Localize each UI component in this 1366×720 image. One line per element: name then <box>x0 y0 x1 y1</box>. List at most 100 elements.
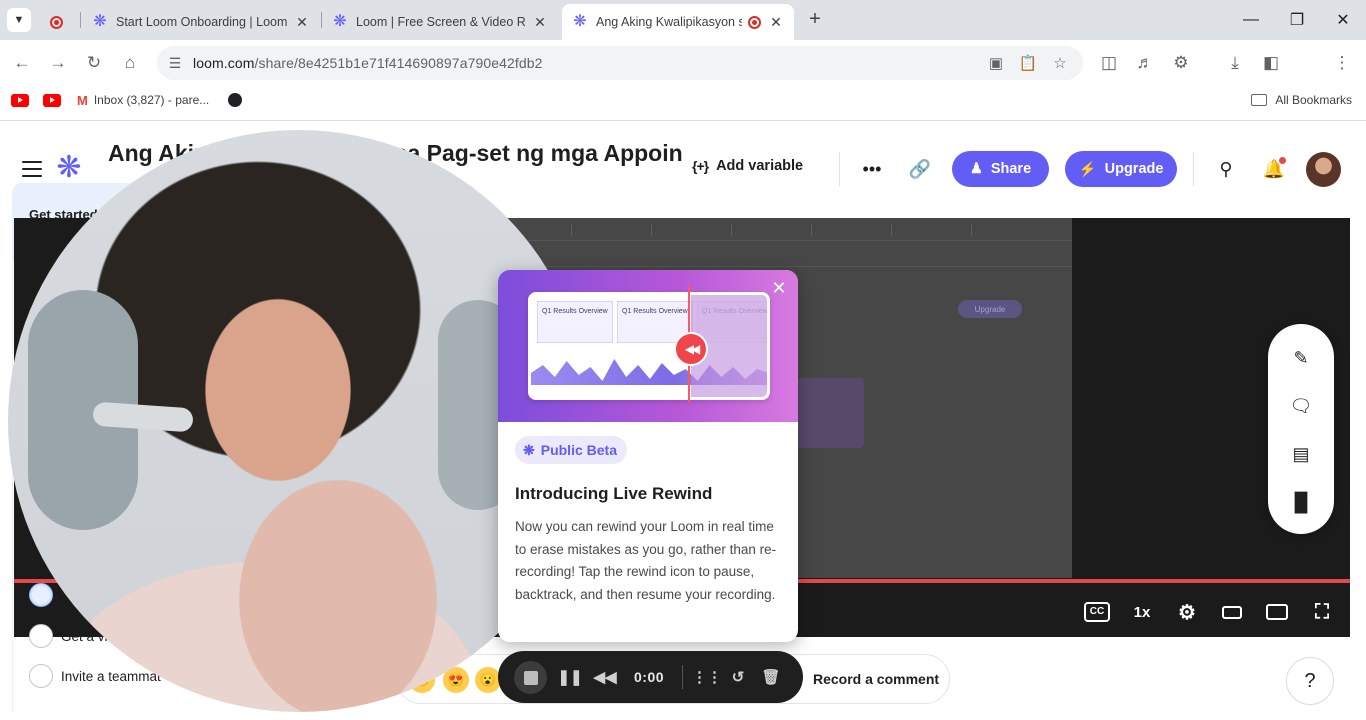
pause-icon[interactable]: ❚❚ <box>557 666 582 688</box>
side-panel-icon[interactable]: ◧ <box>1259 51 1283 75</box>
record-comment-button[interactable]: Record a comment <box>813 671 939 687</box>
public-beta-badge: ❋ Public Beta <box>515 436 627 464</box>
chevron-down-icon: ▼ <box>13 14 25 26</box>
camera-permission-icon[interactable]: ▣ <box>986 53 1006 73</box>
close-icon[interactable]: ✕ <box>768 14 784 31</box>
minimize-button[interactable]: — <box>1228 0 1274 40</box>
frame-tab <box>734 224 812 236</box>
bookmark-youtube-1[interactable] <box>11 91 29 109</box>
user-avatar[interactable] <box>1306 152 1341 187</box>
header-divider <box>1193 152 1194 186</box>
tab-search-button[interactable]: ▼ <box>7 8 31 32</box>
site-settings-icon[interactable]: ☰ <box>165 53 185 73</box>
task-checkbox[interactable] <box>29 624 53 648</box>
upgrade-button[interactable]: ⚡ Upgrade <box>1065 151 1177 187</box>
all-bookmarks-button[interactable]: All Bookmarks <box>1251 91 1352 109</box>
notifications-bell-icon[interactable]: 🔔 <box>1262 157 1286 181</box>
restart-icon[interactable]: ↺ <box>727 666 749 688</box>
tab-title: Ang Aking Kwalipikasyon sa <box>596 15 742 29</box>
header-divider <box>839 152 840 186</box>
copy-link-icon[interactable]: 🔗 <box>908 157 932 181</box>
bookmark-globe[interactable] <box>228 91 242 109</box>
analytics-chart-icon[interactable]: █ <box>1289 490 1313 514</box>
task-label: Invite a teammat <box>61 668 161 684</box>
globe-icon <box>228 93 242 107</box>
youtube-icon <box>11 93 29 107</box>
onboarding-task[interactable]: Invite a teammat <box>29 664 161 688</box>
comment-icon[interactable]: 🗨 <box>1289 394 1313 418</box>
loom-logo-icon[interactable]: ❋ <box>55 153 83 183</box>
task-checkbox[interactable] <box>29 664 53 688</box>
popup-heading: Introducing Live Rewind <box>515 484 713 503</box>
popup-hero-illustration: Q1 Results Overview Q1 Results Overview … <box>498 270 798 422</box>
clipboard-icon[interactable]: 📋 <box>1018 53 1038 73</box>
bookmark-star-icon[interactable]: ☆ <box>1050 53 1070 73</box>
forward-button[interactable]: → <box>46 51 70 75</box>
tab-start-loom-onboarding[interactable]: ❋ Start Loom Onboarding | Loom ✕ <box>82 4 320 40</box>
reload-button[interactable]: ↻ <box>82 51 106 75</box>
theater-icon <box>1222 605 1242 619</box>
settings-gear-icon[interactable]: ⚙ <box>1173 598 1201 626</box>
picture-in-picture-button[interactable] <box>1263 598 1291 626</box>
theater-mode-button[interactable] <box>1218 598 1246 626</box>
search-icon[interactable]: ⚲ <box>1214 157 1238 181</box>
tool-rail: ✎ 🗨 ▤ █ <box>1268 324 1334 534</box>
loom-icon: ❋ <box>333 13 347 30</box>
close-icon[interactable]: ✕ <box>769 278 789 298</box>
cc-icon: CC <box>1084 602 1110 622</box>
recording-icon <box>48 14 64 30</box>
slide-thumbnail: Q1 Results Overview <box>537 301 613 343</box>
tab-loom-free-screen[interactable]: ❋ Loom | Free Screen & Video Re ✕ <box>322 4 558 40</box>
frame-tab <box>574 224 652 236</box>
lightning-icon: ⚡ <box>1078 161 1097 178</box>
more-menu-icon[interactable]: ⋮ <box>1330 51 1354 75</box>
youtube-icon <box>43 93 61 107</box>
new-tab-button[interactable]: + <box>803 8 827 32</box>
browser-tab-strip: ▼ ❋ Start Loom Onboarding | Loom ✕ ❋ Loo… <box>0 0 1366 40</box>
url-text: loom.com/share/8e4251b1e71f414690897a790… <box>193 55 543 71</box>
bookmark-label: Inbox (3,827) - pare... <box>93 93 210 107</box>
frame-tab <box>894 224 972 236</box>
media-extension-icon[interactable]: ♬ <box>1133 51 1157 75</box>
trash-icon[interactable]: 🗑 <box>760 666 782 688</box>
rewind-icon[interactable]: ◀◀ <box>593 666 616 688</box>
extensions-puzzle-icon[interactable]: ⚙ <box>1169 51 1193 75</box>
bookmark-gmail-inbox[interactable]: M Inbox (3,827) - pare... <box>77 91 209 109</box>
add-variable-button[interactable]: {+} Add variable <box>692 158 803 174</box>
bookmark-label: All Bookmarks <box>1275 93 1352 107</box>
menu-icon[interactable] <box>22 161 42 177</box>
restore-button[interactable]: ❐ <box>1274 0 1320 40</box>
popup-body: Now you can rewind your Loom in real tim… <box>515 519 777 602</box>
rewind-icon: ◀◀ <box>674 332 708 366</box>
transcript-icon[interactable]: ▤ <box>1289 442 1313 466</box>
surprised-reaction-button[interactable]: 😮 <box>475 667 501 693</box>
close-window-button[interactable]: ✕ <box>1320 0 1366 40</box>
live-rewind-popup: Q1 Results Overview Q1 Results Overview … <box>498 270 798 642</box>
notification-dot <box>1279 157 1286 164</box>
close-icon[interactable]: ✕ <box>294 14 310 31</box>
browser-toolbar: ← → ↻ ⌂ ☰ loom.com/share/8e4251b1e71f414… <box>0 40 1366 114</box>
more-options-icon[interactable]: ••• <box>860 157 884 181</box>
tab-ang-aking-kwalipikasyon[interactable]: ❋ Ang Aking Kwalipikasyon sa ✕ <box>562 4 794 40</box>
bookmark-youtube-2[interactable] <box>43 91 61 109</box>
recording-icon <box>746 14 762 30</box>
home-button[interactable]: ⌂ <box>118 51 142 75</box>
code-extension-icon[interactable]: ◫ <box>1097 51 1121 75</box>
recording-controls: ❚❚ ◀◀ 0:00 ⋮⋮ ↺ 🗑 <box>498 651 803 703</box>
close-icon[interactable]: ✕ <box>532 14 548 31</box>
back-button[interactable]: ← <box>10 51 34 75</box>
task-checkbox[interactable] <box>29 583 53 607</box>
tab-recording[interactable] <box>38 4 80 40</box>
help-button[interactable]: ? <box>1286 657 1334 705</box>
pencil-icon[interactable]: ✎ <box>1289 346 1313 370</box>
fullscreen-icon[interactable]: ⛶ <box>1308 598 1336 626</box>
loom-app: ❋ Ang Aking Kwalipikasyon sa Pag-set ng … <box>0 121 1366 720</box>
users-icon: ♟ <box>969 161 983 177</box>
captions-button[interactable]: CC <box>1083 598 1111 626</box>
download-icon[interactable]: ⤓ <box>1223 51 1247 75</box>
drag-handle-icon[interactable]: ⋮⋮ <box>692 666 722 688</box>
stop-recording-button[interactable] <box>514 661 547 694</box>
playback-speed-button[interactable]: 1x <box>1128 598 1156 626</box>
share-button[interactable]: ♟ Share <box>952 151 1049 187</box>
address-bar[interactable]: ☰ loom.com/share/8e4251b1e71f414690897a7… <box>157 46 1083 80</box>
